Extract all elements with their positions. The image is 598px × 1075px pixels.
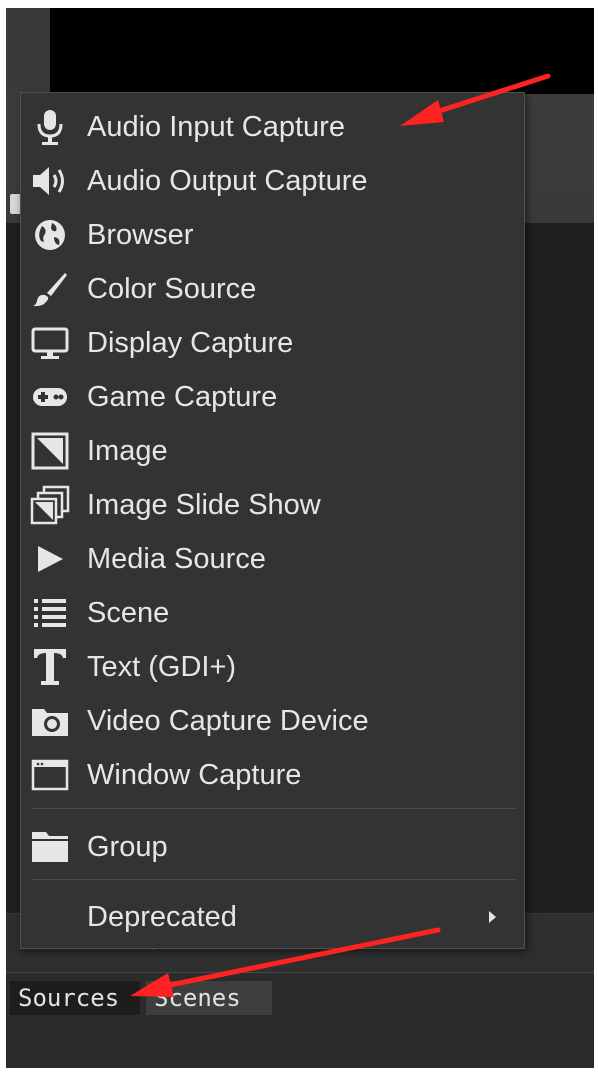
menu-item-label: Text (GDI+)	[87, 650, 237, 683]
menu-item-display-capture[interactable]: Display Capture	[21, 316, 524, 370]
microphone-icon	[27, 100, 73, 154]
menu-item-color-source[interactable]: Color Source	[21, 262, 524, 316]
menu-item-label: Image Slide Show	[87, 488, 321, 521]
menu-item-label: Display Capture	[87, 326, 294, 359]
preview-area	[50, 8, 594, 94]
menu-item-label: Video Capture Device	[87, 704, 369, 737]
menu-item-image[interactable]: Image	[21, 424, 524, 478]
menu-item-label: Browser	[87, 218, 194, 251]
globe-icon	[27, 208, 73, 262]
menu-item-label: Audio Input Capture	[87, 110, 345, 143]
submenu-arrow-icon	[489, 911, 496, 923]
menu-item-label: Window Capture	[87, 758, 302, 791]
menu-item-text-gdi[interactable]: Text (GDI+)	[21, 640, 524, 694]
menu-item-window-capture[interactable]: Window Capture	[21, 748, 524, 802]
dock-tab-bar: Sources Scenes	[6, 972, 594, 1068]
menu-item-label: Image	[87, 434, 168, 467]
menu-item-label: Game Capture	[87, 380, 278, 413]
paintbrush-icon	[27, 262, 73, 316]
menu-item-deprecated[interactable]: Deprecated	[21, 890, 524, 944]
menu-item-browser[interactable]: Browser	[21, 208, 524, 262]
monitor-icon	[27, 316, 73, 370]
camera-icon	[27, 694, 73, 748]
menu-item-label: Group	[87, 830, 168, 863]
blank-icon-slot	[27, 890, 73, 944]
speaker-icon	[27, 154, 73, 208]
menu-item-label: Scene	[87, 596, 170, 629]
menu-separator	[31, 808, 516, 809]
menu-item-label: Color Source	[87, 272, 257, 305]
add-source-context-menu: Audio Input Capture Audio Output Capture…	[20, 92, 525, 949]
list-icon	[27, 586, 73, 640]
menu-item-audio-output-capture[interactable]: Audio Output Capture	[21, 154, 524, 208]
menu-item-game-capture[interactable]: Game Capture	[21, 370, 524, 424]
folder-icon	[27, 820, 73, 874]
menu-item-video-capture-device[interactable]: Video Capture Device	[21, 694, 524, 748]
image-icon	[27, 424, 73, 478]
text-icon	[27, 640, 73, 694]
menu-item-label: Deprecated	[87, 900, 237, 933]
window-icon	[27, 748, 73, 802]
image-stack-icon	[27, 478, 73, 532]
menu-item-image-slide-show[interactable]: Image Slide Show	[21, 478, 524, 532]
gamepad-icon	[27, 370, 73, 424]
menu-item-label: Media Source	[87, 542, 266, 575]
menu-item-audio-input-capture[interactable]: Audio Input Capture	[21, 100, 524, 154]
tab-scenes[interactable]: Scenes	[146, 981, 272, 1015]
menu-separator	[31, 879, 516, 880]
menu-item-scene[interactable]: Scene	[21, 586, 524, 640]
menu-item-label: Audio Output Capture	[87, 164, 368, 197]
play-icon	[27, 532, 73, 586]
menu-item-group[interactable]: Group	[21, 820, 524, 874]
menu-item-media-source[interactable]: Media Source	[21, 532, 524, 586]
tab-sources[interactable]: Sources	[10, 981, 140, 1015]
left-edge-panel	[6, 8, 50, 94]
